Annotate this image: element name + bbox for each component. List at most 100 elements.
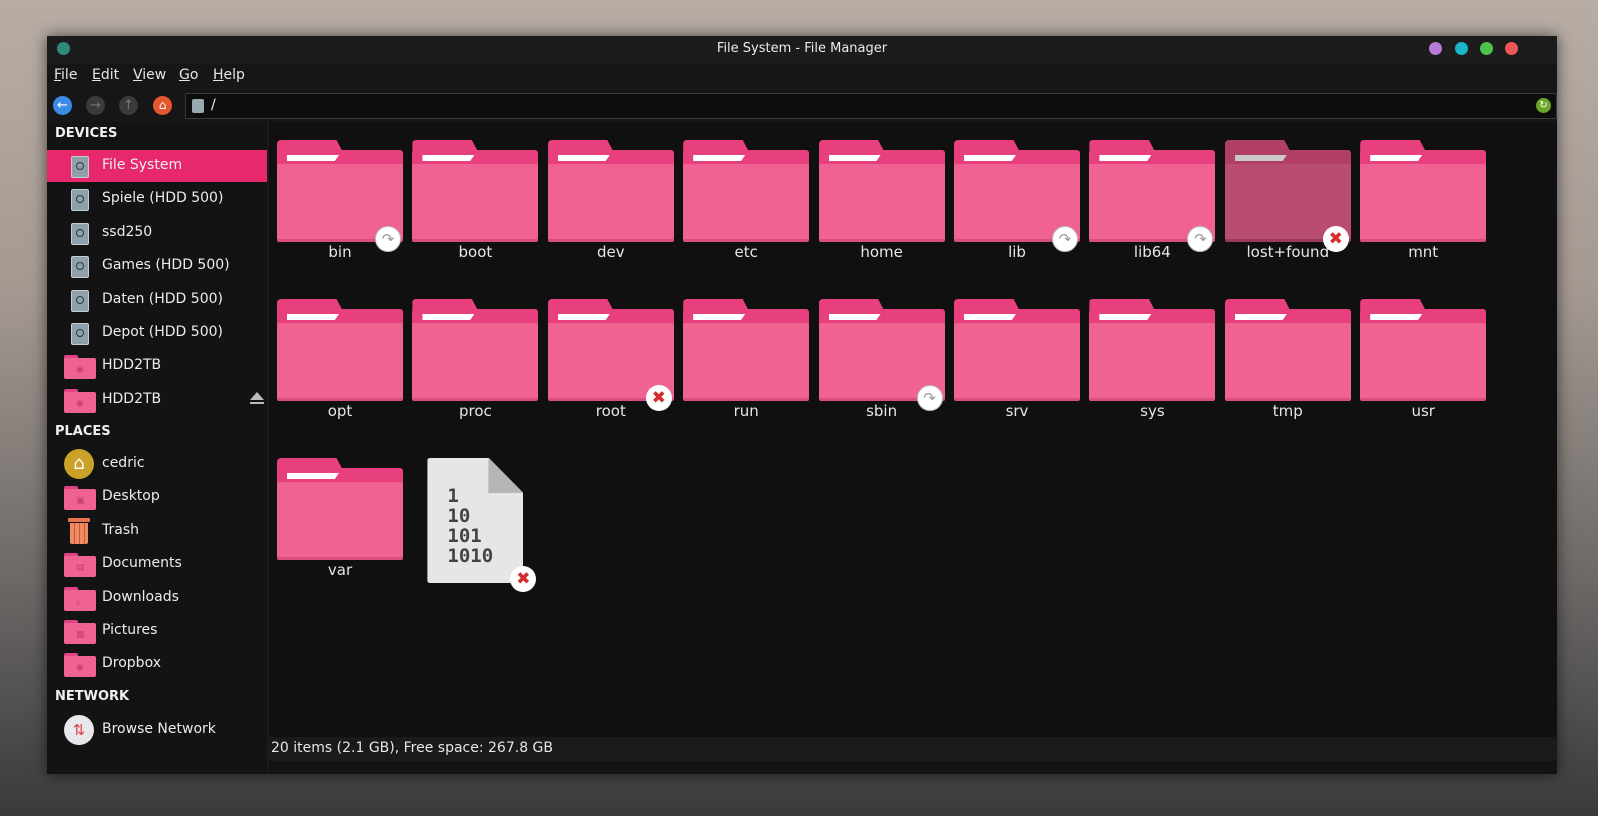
sidebar-item-daten-hdd-500[interactable]: Daten (HDD 500) (47, 284, 267, 316)
folder-icon: ◉ (64, 388, 96, 413)
up-arrow-icon[interactable]: ↑ (119, 96, 138, 115)
folder-glyph: ▦ (76, 630, 85, 640)
drive-icon (71, 156, 89, 178)
sidebar-item-downloads[interactable]: ⤓ Downloads (47, 582, 267, 614)
file-item-bin[interactable]: ↷ bin (269, 122, 404, 272)
sidebar-item-label: Dropbox (102, 655, 161, 672)
file-name: dev (596, 243, 625, 261)
file-view: ↷ bin boot dev etc home ↷ lib ↷ lib64 ✖ lost+found m… (269, 122, 1557, 737)
network-heading: NETWORK (55, 689, 130, 704)
file-item-swapfile[interactable]: 1 10 101 1010 ✖ swapfile (404, 440, 539, 592)
sidebar-item-label: File System (102, 157, 183, 173)
folder-paper (964, 314, 1016, 320)
folder-paper (828, 155, 881, 161)
file-item-home[interactable]: home (811, 122, 946, 272)
minimize-button[interactable] (1429, 42, 1442, 55)
sidebar-item-browse-network[interactable]: ⇅ Browse Network (47, 714, 267, 746)
folder-paper (1099, 314, 1152, 320)
pictures-folder-icon: ▦ (64, 620, 96, 644)
reload-icon[interactable]: ↻ (1536, 98, 1551, 113)
file-item-var[interactable]: var (269, 440, 404, 590)
fullscreen-button[interactable] (1480, 42, 1493, 55)
menu-help[interactable]: Help (213, 67, 245, 83)
file-item-dev[interactable]: dev (540, 122, 675, 272)
menu-file[interactable]: File (54, 67, 77, 83)
folder-paper (422, 155, 475, 161)
file-item-root[interactable]: ✖ root (540, 281, 675, 431)
folder-body (64, 589, 96, 611)
maximize-button[interactable] (1455, 42, 1468, 55)
file-item-mnt[interactable]: mnt (1352, 122, 1487, 272)
folder-icon (1360, 299, 1487, 401)
sidebar-item-cedric[interactable]: ⌂ cedric (47, 448, 267, 480)
menu-edit[interactable]: Edit (92, 67, 119, 83)
sidebar-item-file-system[interactable]: File System (47, 150, 267, 182)
sidebar-item-label: Trash (102, 521, 139, 538)
eject-icon[interactable] (250, 391, 264, 404)
file-item-srv[interactable]: srv (946, 281, 1081, 431)
sidebar-item-games-hdd-500[interactable]: Games (HDD 500) (47, 250, 267, 282)
file-item-tmp[interactable]: tmp (1217, 281, 1352, 431)
sidebar-item-label: Documents (102, 555, 182, 572)
trash-can (70, 522, 88, 544)
sidebar-item-label: Games (HDD 500) (102, 257, 230, 274)
folder-paper (422, 314, 475, 320)
file-item-boot[interactable]: boot (404, 122, 539, 272)
menu-bar: File Edit View Go Help (47, 64, 1557, 88)
file-item-lib[interactable]: ↷ lib (946, 122, 1081, 272)
back-arrow-icon[interactable]: ← (53, 96, 72, 115)
sidebar-item-trash[interactable]: Trash (47, 515, 267, 547)
sidebar-item-spiele-hdd-500[interactable]: Spiele (HDD 500) (47, 183, 267, 215)
sidebar-item-depot-hdd-500[interactable]: Depot (HDD 500) (47, 317, 267, 349)
file-name: lost+found (1246, 243, 1330, 261)
file-name: lib (1008, 243, 1026, 261)
folder-front (683, 323, 810, 401)
folder-front (1224, 323, 1351, 401)
sidebar-item-label: Spiele (HDD 500) (102, 190, 224, 207)
sidebar-item-hdd2tb[interactable]: ◉ HDD2TB (47, 350, 267, 382)
folder-paper (1370, 155, 1423, 161)
file-item-run[interactable]: run (675, 281, 810, 431)
folder-paper (828, 314, 881, 320)
folder-icon (1360, 140, 1487, 242)
folder-paper (964, 155, 1016, 161)
sidebar-item-desktop[interactable]: ▣ Desktop (47, 481, 267, 513)
location-bar[interactable]: / ↻ (185, 93, 1557, 119)
file-item-lib64[interactable]: ↷ lib64 (1081, 122, 1216, 272)
file-item-lost-found[interactable]: ✖ lost+found (1217, 122, 1352, 272)
window-title: File System - File Manager (716, 41, 888, 56)
file-item-etc[interactable]: etc (675, 122, 810, 272)
sidebar-item-ssd250[interactable]: ssd250 (47, 217, 267, 249)
folder-icon: ◉ (64, 653, 96, 678)
file-item-usr[interactable]: usr (1352, 281, 1487, 431)
file-item-proc[interactable]: proc (404, 281, 539, 431)
file-name: etc (734, 243, 758, 261)
toolbar: ← → ↑ ⌂ / ↻ (47, 88, 1557, 122)
folder-icon (1224, 299, 1351, 401)
sidebar-item-label: Downloads (102, 588, 179, 605)
folder-front (1360, 164, 1487, 242)
trash-lid (68, 517, 90, 522)
forward-arrow-icon[interactable]: → (86, 96, 105, 115)
trash-icon (68, 517, 90, 544)
sidebar-item-label: HDD2TB (102, 357, 162, 374)
folder-front (954, 323, 1080, 401)
folder-glyph: ◉ (76, 663, 84, 674)
home-icon[interactable]: ⌂ (153, 96, 172, 115)
folder-paper (1234, 314, 1287, 320)
devices-heading: DEVICES (55, 126, 118, 141)
menu-view[interactable]: View (133, 67, 166, 83)
close-button[interactable] (1505, 42, 1518, 55)
sidebar-item-dropbox[interactable]: ◉ Dropbox (47, 648, 267, 680)
sidebar-item-pictures[interactable]: ▦ Pictures (47, 615, 267, 647)
file-item-sys[interactable]: sys (1081, 281, 1216, 431)
sidebar-item-documents[interactable]: ▤ Documents (47, 548, 267, 580)
menu-go[interactable]: Go (179, 67, 198, 83)
file-item-sbin[interactable]: ↷ sbin (811, 281, 946, 431)
file-item-opt[interactable]: opt (269, 281, 404, 431)
title-bar[interactable]: File System - File Manager (47, 36, 1557, 64)
folder-paper (287, 314, 339, 320)
sidebar-item-label: Daten (HDD 500) (102, 290, 223, 307)
sidebar-item-hdd2tb[interactable]: ◉ HDD2TB (47, 384, 267, 416)
file-name: boot (458, 243, 493, 261)
